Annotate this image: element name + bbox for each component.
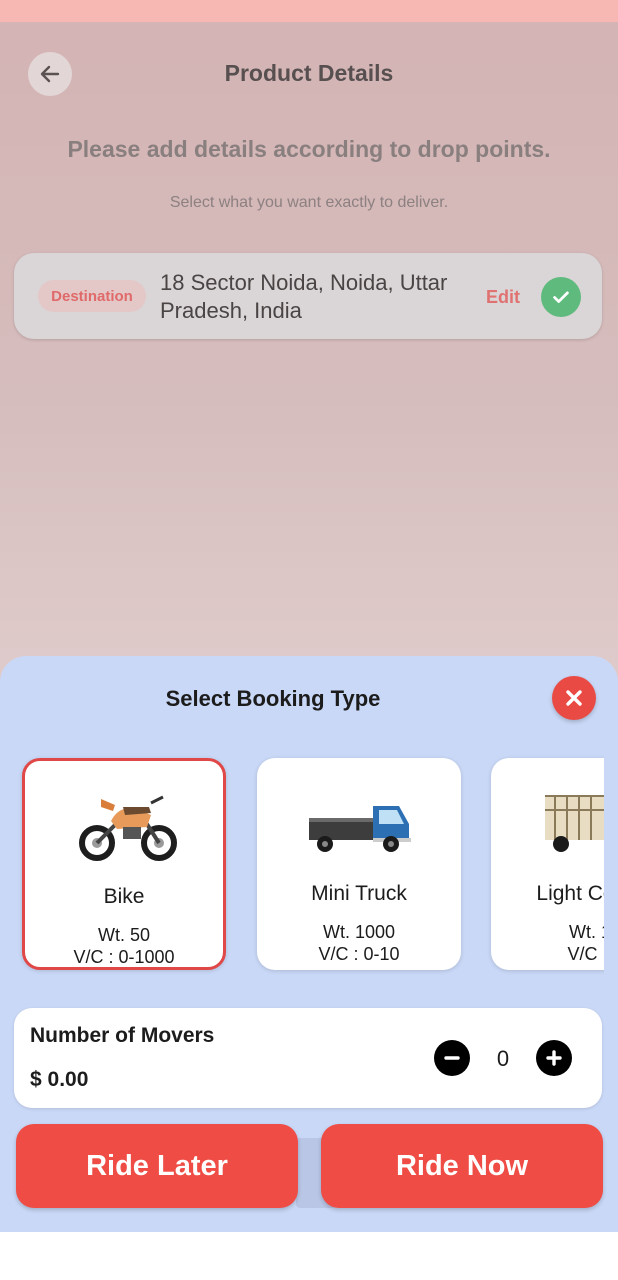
mini-truck-icon bbox=[309, 806, 411, 852]
vehicle-name: Mini Truck bbox=[311, 882, 407, 905]
increase-movers-button[interactable] bbox=[536, 1040, 572, 1076]
destination-badge: Destination bbox=[38, 280, 146, 312]
vehicle-weight: Wt. 1( bbox=[569, 922, 604, 942]
plus-icon bbox=[546, 1050, 562, 1066]
light-commercial-truck-icon bbox=[545, 795, 604, 852]
close-sheet-button[interactable] bbox=[552, 676, 596, 720]
status-bar bbox=[0, 0, 618, 22]
vehicle-card-bike[interactable]: Bike Wt. 50 V/C : 0-1000 bbox=[22, 758, 226, 970]
minus-icon bbox=[444, 1056, 460, 1060]
booking-type-sheet: Select Booking Type Bike Wt. 50 V/C : 0-… bbox=[0, 656, 618, 1232]
decrease-movers-button[interactable] bbox=[434, 1040, 470, 1076]
instructions-hint: Select what you want exactly to deliver. bbox=[169, 194, 449, 211]
vehicle-weight: Wt. 1000 bbox=[322, 922, 396, 942]
page-title: Product Details bbox=[224, 60, 394, 86]
movers-label: Number of Movers bbox=[30, 1024, 215, 1047]
vehicle-card-mini-truck[interactable]: Mini Truck Wt. 1000 V/C : 0-10 bbox=[257, 758, 461, 970]
vehicle-name: Bike bbox=[103, 885, 145, 908]
movers-price: $ 0.00 bbox=[30, 1068, 89, 1091]
vehicle-name: Light Comm bbox=[536, 882, 604, 905]
vehicle-capacity: V/C : 0-1000 bbox=[73, 947, 175, 967]
destination-card[interactable]: Destination 18 Sector Noida, Noida, Utta… bbox=[14, 253, 602, 339]
sheet-title: Select Booking Type bbox=[165, 686, 381, 711]
bike-icon bbox=[79, 795, 177, 861]
instructions-heading: Please add details according to drop poi… bbox=[67, 136, 551, 162]
check-circle-icon bbox=[541, 277, 581, 317]
movers-count: 0 bbox=[496, 1046, 510, 1071]
destination-address: 18 Sector Noida, Noida, Uttar Pradesh, I… bbox=[160, 270, 448, 323]
ride-now-button[interactable]: Ride Now bbox=[321, 1124, 603, 1208]
vehicle-card-light-commercial[interactable]: Light Comm Wt. 1( V/C : ( bbox=[491, 758, 604, 970]
vehicle-weight: Wt. 50 bbox=[97, 925, 150, 945]
ride-later-button[interactable]: Ride Later bbox=[16, 1124, 298, 1208]
movers-card: Number of Movers $ 0.00 0 bbox=[14, 1008, 602, 1108]
edit-destination-link[interactable]: Edit bbox=[486, 287, 520, 308]
close-icon bbox=[566, 690, 582, 706]
vehicle-type-list[interactable]: Bike Wt. 50 V/C : 0-1000 Mini Truck Wt. … bbox=[0, 754, 604, 976]
vehicle-capacity: V/C : ( bbox=[567, 944, 604, 964]
vehicle-capacity: V/C : 0-10 bbox=[318, 944, 400, 964]
